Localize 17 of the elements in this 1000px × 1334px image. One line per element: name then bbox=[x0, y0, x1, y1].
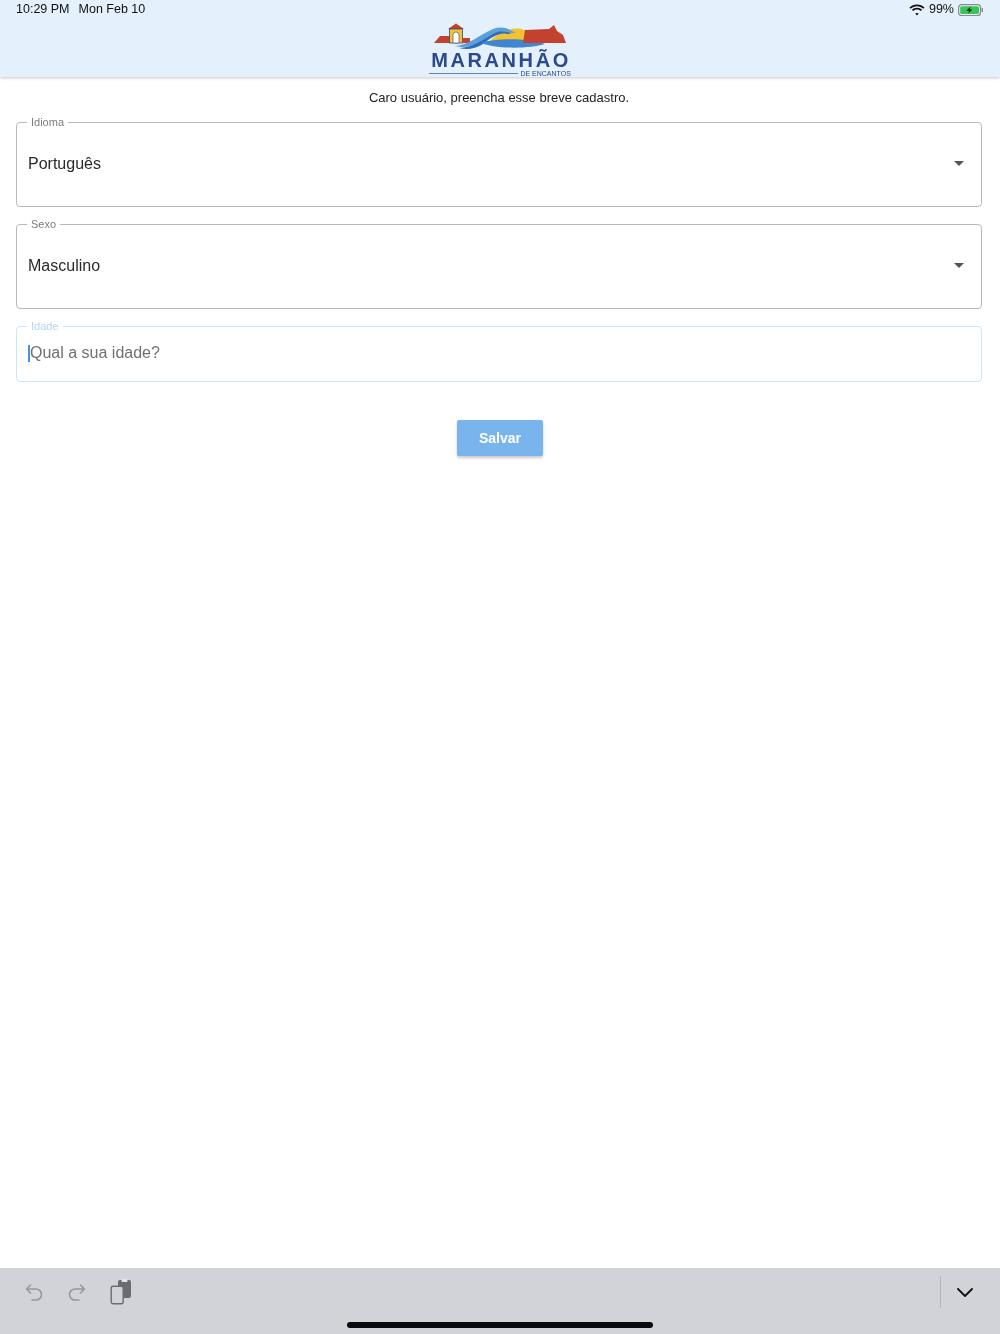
intro-text: Caro usuário, preencha esse breve cadastro. bbox=[367, 90, 631, 106]
dropdown-field[interactable]: Idioma Português bbox=[16, 116, 982, 207]
text-input[interactable]: Qual a sua idade? bbox=[30, 343, 964, 363]
caret-down-icon bbox=[954, 263, 964, 268]
dropdown-field[interactable]: Sexo Masculino bbox=[16, 218, 982, 309]
battery-percent: 99% bbox=[928, 2, 954, 17]
field-label: Sexo bbox=[30, 218, 58, 231]
field-label: Idioma bbox=[30, 116, 66, 129]
wifi-icon bbox=[908, 3, 925, 16]
field-label: Idade bbox=[30, 320, 60, 333]
status-date: Mon Feb 10 bbox=[78, 2, 146, 17]
clipboard-icon[interactable] bbox=[110, 1279, 132, 1305]
chevron-down-icon[interactable] bbox=[957, 1287, 973, 1297]
caret-down-icon bbox=[954, 161, 964, 166]
logo-title: MARANHÃO bbox=[430, 50, 571, 70]
text-cursor-icon bbox=[28, 344, 30, 362]
status-time: 10:29 PM bbox=[16, 2, 70, 17]
